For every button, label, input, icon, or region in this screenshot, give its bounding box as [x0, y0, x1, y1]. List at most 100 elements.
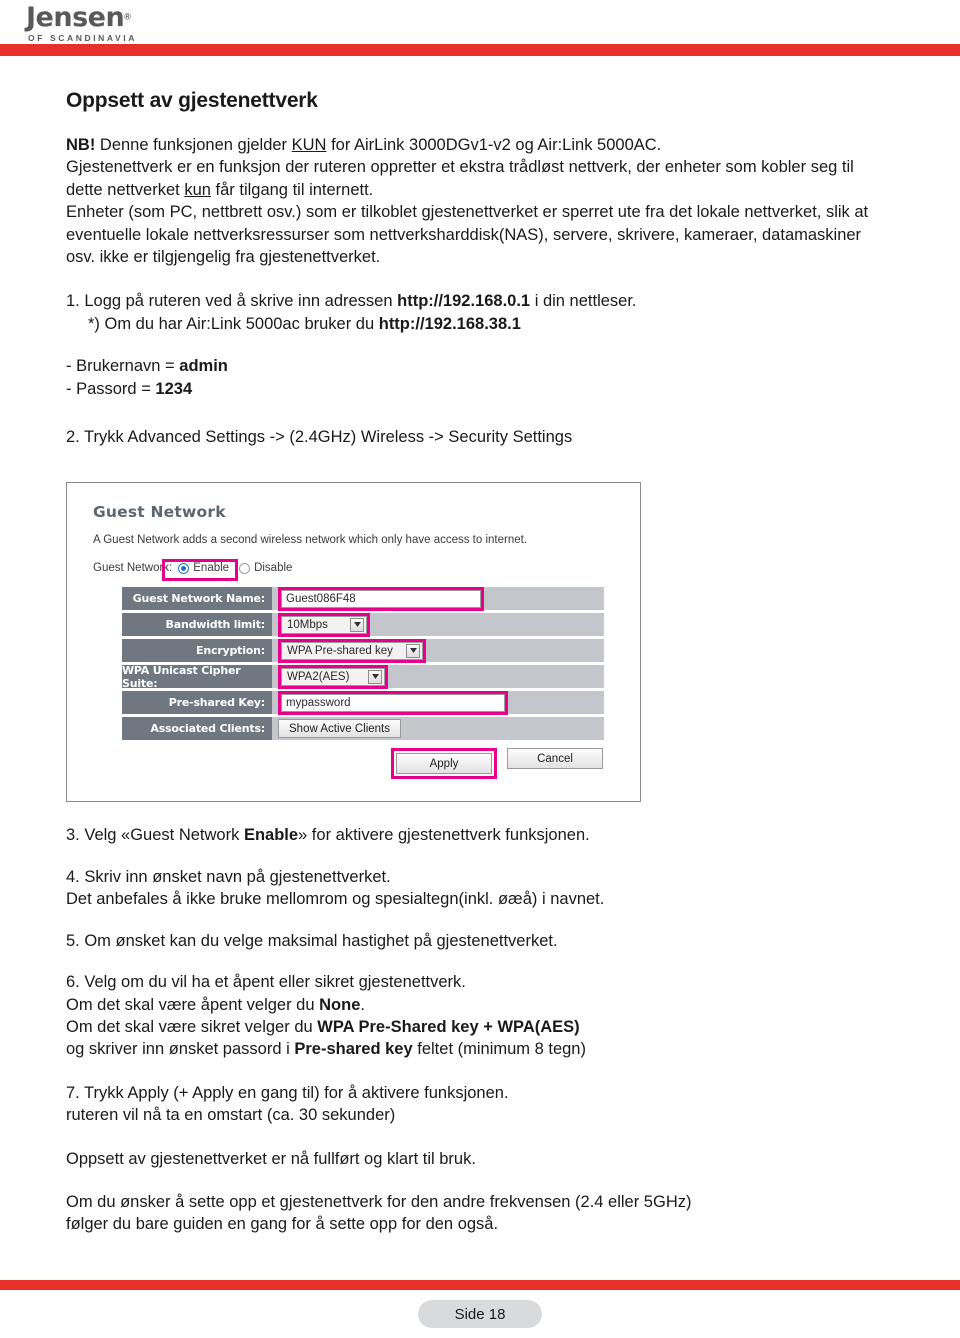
router-admin-screenshot: Guest Network A Guest Network adds a sec… — [66, 482, 641, 803]
username-value: admin — [179, 357, 228, 376]
chevron-down-icon[interactable] — [350, 617, 364, 632]
steps-top: 1. Logg på ruteren ved å skrive inn adre… — [66, 290, 894, 448]
radio-disable-label[interactable]: Disable — [254, 562, 292, 574]
select-bandwidth-limit-value: 10Mbps — [287, 618, 328, 631]
header-red-rule — [0, 44, 960, 56]
completion-block: Oppsett av gjestenettverket er nå fullfø… — [66, 1148, 894, 1170]
radio-disable[interactable] — [239, 562, 251, 574]
label-encryption: Encryption: — [122, 639, 272, 663]
apply-button[interactable]: Apply — [396, 753, 492, 775]
intro-paragraph-3: Enheter (som PC, nettbrett osv.) som er … — [66, 203, 869, 267]
chevron-down-icon[interactable] — [406, 643, 420, 658]
step-6-none: None — [319, 995, 361, 1014]
step-6-psk: Pre-shared key — [294, 1040, 413, 1059]
step-6-3-a: Om det skal være sikret velger du — [66, 1017, 318, 1036]
step-6-2-c: . — [360, 995, 365, 1014]
value-encryption: WPA Pre-shared key — [272, 638, 604, 663]
cancel-button[interactable]: Cancel — [507, 748, 603, 770]
highlight-box-network-name: Guest086F48 — [278, 586, 484, 611]
select-encryption-value: WPA Pre-shared key — [287, 644, 393, 657]
step-6-4-a: og skriver inn ønsket passord i — [66, 1040, 295, 1059]
registered-trademark-icon: ® — [124, 11, 131, 22]
select-wpa-unicast-cipher-suite[interactable]: WPA2(AES) — [281, 667, 385, 686]
password-label: - Passord = — [66, 379, 156, 398]
intro-p2-kun: kun — [184, 180, 211, 199]
form-row-bandwidth-limit: Bandwidth limit: 10Mbps — [122, 612, 604, 637]
nb-text: Denne funksjonen gjelder — [95, 136, 292, 154]
steps-bottom: 3. Velg «Guest Network Enable» for aktiv… — [66, 824, 894, 1235]
step-6-line-2: Om det skal være åpent velger du None. — [66, 994, 894, 1016]
step-3-enable: Enable — [243, 826, 299, 845]
page-number-badge: Side 18 — [418, 1300, 542, 1328]
value-associated-clients: Show Active Clients — [272, 717, 604, 741]
step-4-line-1: 4. Skriv inn ønsket navn på gjestenettve… — [66, 867, 391, 886]
step-6-line-1: 6. Velg om du vil ha et åpent eller sikr… — [66, 973, 466, 992]
highlight-box-bandwidth-limit: 10Mbps — [278, 612, 370, 637]
radio-enable-label[interactable]: Enable — [193, 562, 229, 574]
label-associated-clients: Associated Clients: — [122, 717, 272, 741]
step-1-a: 1. Logg på ruteren ved å skrive inn adre… — [66, 292, 398, 311]
completion-text: Oppsett av gjestenettverket er nå fullfø… — [66, 1149, 476, 1168]
show-active-clients-button[interactable]: Show Active Clients — [278, 719, 401, 739]
guest-network-description: A Guest Network adds a second wireless n… — [93, 534, 528, 547]
password-value: 1234 — [155, 379, 193, 398]
step-1-b: i din nettleser. — [530, 292, 637, 311]
highlight-box-cipher-suite: WPA2(AES) — [278, 664, 388, 689]
username-label: - Brukernavn = — [66, 357, 180, 376]
form-row-guest-network-name: Guest Network Name: Guest086F48 — [122, 586, 604, 611]
credentials-block: - Brukernavn = admin - Passord = 1234 — [66, 355, 894, 400]
step-6-wpa: WPA Pre-Shared key + WPA(AES) — [317, 1017, 580, 1036]
highlight-box-apply: Apply — [391, 748, 497, 780]
label-wpa-unicast-cipher-suite: WPA Unicast Cipher Suite: — [122, 664, 272, 690]
chevron-down-icon[interactable] — [368, 669, 382, 684]
step-1-note-url: http://192.168.38.1 — [378, 314, 521, 333]
intro-paragraph-2: Gjestenettverk er en funksjon der rutere… — [66, 156, 894, 201]
step-1-note: *) Om du har Air:Link 5000ac bruker du h… — [66, 313, 894, 335]
radio-enable[interactable] — [178, 562, 190, 574]
step-3-a: 3. Velg «Guest Network — [66, 826, 244, 845]
page-header: Jensen® OF SCANDINAVIA — [0, 0, 960, 44]
form-row-associated-clients: Associated Clients: Show Active Clients — [122, 717, 604, 741]
page-title: Oppsett av gjestenettverk — [66, 89, 318, 112]
input-pre-shared-key[interactable]: mypassword — [281, 693, 505, 712]
intro-nb-paragraph: NB! Denne funksjonen gjelder KUN for Air… — [66, 134, 894, 156]
select-encryption[interactable]: WPA Pre-shared key — [281, 641, 423, 660]
step-6-4-c: feltet (minimum 8 tegn) — [412, 1040, 586, 1059]
other-frequency-block: Om du ønsker å sette opp et gjestenettve… — [66, 1191, 894, 1236]
router-form-actions: Apply Cancel — [122, 748, 604, 780]
step-2: 2. Trykk Advanced Settings -> (2.4GHz) W… — [66, 428, 573, 447]
select-bandwidth-limit[interactable]: 10Mbps — [281, 615, 367, 634]
value-guest-network-name: Guest086F48 — [272, 586, 604, 611]
guest-network-field-label: Guest Network: — [93, 562, 173, 575]
step-6-block: 6. Velg om du vil ha et åpent eller sikr… — [66, 971, 894, 1061]
step-6-line-4: og skriver inn ønsket passord i Pre-shar… — [66, 1038, 894, 1060]
step-6-line-3: Om det skal være sikret velger du WPA Pr… — [66, 1016, 894, 1038]
step-1: 1. Logg på ruteren ved å skrive inn adre… — [66, 290, 894, 312]
value-bandwidth-limit: 10Mbps — [272, 612, 604, 637]
nb-prefix: NB! — [66, 136, 96, 154]
label-bandwidth-limit: Bandwidth limit: — [122, 613, 272, 637]
page-content: Oppsett av gjestenettverk NB! Denne funk… — [0, 89, 960, 1236]
highlight-box-encryption: WPA Pre-shared key — [278, 638, 426, 663]
step-1-url: http://192.168.0.1 — [397, 292, 531, 311]
step-3-c: » for aktivere gjestenettverk funksjonen… — [298, 826, 590, 845]
value-pre-shared-key: mypassword — [272, 690, 604, 715]
input-guest-network-name[interactable]: Guest086F48 — [281, 589, 481, 608]
credential-username: - Brukernavn = admin — [66, 355, 894, 377]
highlight-box-pre-shared-key: mypassword — [278, 690, 508, 715]
other-frequency-line-2: følger du bare guiden en gang for å sett… — [66, 1215, 499, 1234]
step-5-block: 5. Om ønsket kan du velge maksimal hasti… — [66, 930, 894, 952]
step-5: 5. Om ønsket kan du velge maksimal hasti… — [66, 931, 558, 950]
page-footer: Side 18 — [0, 1268, 960, 1338]
step-7-line-1: 7. Trykk Apply (+ Apply en gang til) for… — [66, 1083, 509, 1102]
form-row-wpa-unicast-cipher-suite: WPA Unicast Cipher Suite: WPA2(AES) — [122, 664, 604, 690]
value-wpa-unicast-cipher-suite: WPA2(AES) — [272, 664, 604, 689]
logo-wordmark: Jensen® — [26, 4, 176, 32]
step-4-block: 4. Skriv inn ønsket navn på gjestenettve… — [66, 866, 894, 911]
label-guest-network-name: Guest Network Name: — [122, 587, 272, 611]
step-7-line-2: ruteren vil nå ta en omstart (ca. 30 sek… — [66, 1106, 396, 1125]
logo-tagline: OF SCANDINAVIA — [28, 33, 137, 43]
logo-word: Jensen — [26, 2, 125, 33]
intro-block: NB! Denne funksjonen gjelder KUN for Air… — [66, 134, 894, 268]
guest-network-heading: Guest Network — [93, 503, 226, 522]
